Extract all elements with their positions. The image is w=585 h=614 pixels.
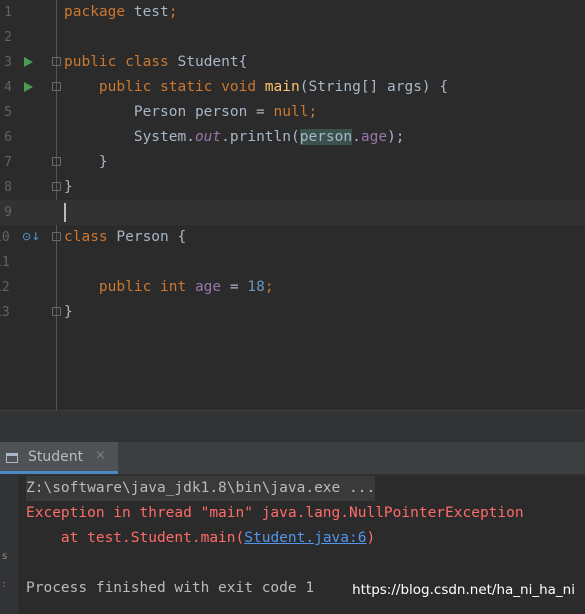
- code-line[interactable]: 8}: [0, 175, 585, 200]
- line-number: 11: [0, 255, 10, 270]
- line-number: 13: [0, 305, 10, 320]
- tab-label: Student: [28, 449, 84, 465]
- line-number: 2: [4, 30, 12, 45]
- code-line[interactable]: 5 Person person = null;: [0, 100, 585, 125]
- code-token: .: [352, 129, 361, 145]
- console-icon: [6, 453, 18, 463]
- code-text: Person person = null;: [64, 100, 317, 125]
- code-token: 18: [247, 279, 265, 295]
- line-number: 9: [4, 205, 12, 220]
- fold-icon[interactable]: [52, 82, 61, 91]
- line-number: 5: [4, 105, 12, 120]
- code-token: null: [273, 104, 309, 120]
- line-number: 1: [4, 5, 12, 20]
- code-token: Student{: [177, 54, 248, 70]
- code-token: );: [387, 129, 405, 145]
- fold-icon[interactable]: [52, 232, 61, 241]
- code-text: public static void main(String[] args) {: [64, 75, 448, 100]
- code-text: System.out.println(person.age);: [64, 125, 405, 150]
- watermark: https://blog.csdn.net/ha_ni_ha_ni: [352, 582, 575, 598]
- code-line[interactable]: 10 ⊙↓ class Person {: [0, 225, 585, 250]
- line-number: 3: [4, 55, 12, 70]
- code-line[interactable]: 13}: [0, 300, 585, 325]
- code-text: }: [64, 175, 73, 200]
- code-text: public class Student{: [64, 50, 247, 75]
- code-token: package: [64, 4, 134, 20]
- code-token: }: [64, 304, 73, 320]
- line-number: 6: [4, 130, 12, 145]
- code-token: =: [221, 279, 248, 295]
- line-number: 12: [0, 280, 10, 295]
- code-line[interactable]: 9: [0, 200, 585, 225]
- gutter-mark: s: [2, 551, 8, 562]
- code-token: out: [194, 129, 222, 145]
- code-token: test: [133, 4, 169, 20]
- run-tool-window-header: Student ×: [0, 442, 585, 475]
- code-line[interactable]: 12 public int age = 18;: [0, 275, 585, 300]
- console-exit-line: Process finished with exit code 1: [26, 580, 315, 596]
- tab-student[interactable]: Student ×: [0, 442, 118, 474]
- code-token: person: [299, 129, 353, 145]
- run-icon[interactable]: [24, 57, 33, 67]
- code-line[interactable]: 4 public static void main(String[] args)…: [0, 75, 585, 100]
- gutter-mark: :: [2, 579, 6, 590]
- code-editor[interactable]: 1 package test; 2 3 public class Student{4 p…: [0, 0, 585, 410]
- code-token: ;: [168, 4, 178, 20]
- code-token: }: [64, 154, 108, 170]
- line-number: 7: [4, 155, 12, 170]
- code-token: }: [64, 179, 73, 195]
- code-token: System.: [64, 129, 195, 145]
- panel-divider: [0, 410, 585, 443]
- code-token: age: [360, 129, 388, 145]
- close-icon[interactable]: ×: [95, 448, 106, 463]
- code-line[interactable]: 2: [0, 25, 585, 50]
- line-number: 10: [0, 230, 10, 245]
- code-token: public static void: [64, 79, 265, 95]
- run-icon[interactable]: [24, 82, 33, 92]
- code-text: }: [64, 300, 73, 325]
- code-text: }: [64, 150, 108, 175]
- code-token: Person person =: [64, 104, 274, 120]
- code-text: class Person {: [64, 225, 186, 250]
- console-gutter: [0, 475, 18, 614]
- code-text: package test;: [64, 0, 178, 25]
- trace-prefix: at test.Student.main(: [26, 530, 245, 546]
- line-number: 4: [4, 80, 12, 95]
- code-token: .println(: [221, 129, 300, 145]
- code-token: ;: [308, 104, 318, 120]
- fold-icon[interactable]: [52, 307, 61, 316]
- stacktrace-link[interactable]: Student.java:6: [244, 530, 366, 546]
- code-token: public class: [64, 54, 178, 70]
- console-command-line[interactable]: Z:\software\java_jdk1.8\bin\java.exe ...: [26, 476, 376, 501]
- line-number: 8: [4, 180, 12, 195]
- text-caret: [64, 203, 66, 222]
- implemented-icon[interactable]: ⊙↓: [22, 231, 40, 243]
- code-line[interactable]: 1 package test;: [0, 0, 585, 25]
- fold-icon[interactable]: [52, 57, 61, 66]
- console-stacktrace-line: at test.Student.main(Student.java:6): [26, 526, 375, 551]
- code-token: (String[] args) {: [299, 79, 449, 95]
- console-exception-line: Exception in thread "main" java.lang.Nul…: [26, 505, 524, 521]
- code-token: age: [194, 279, 222, 295]
- fold-icon[interactable]: [52, 157, 61, 166]
- trace-suffix: ): [366, 530, 376, 546]
- code-token: ;: [264, 279, 274, 295]
- code-token: public int: [64, 279, 195, 295]
- code-line[interactable]: 7 }: [0, 150, 585, 175]
- code-line[interactable]: 6 System.out.println(person.age);: [0, 125, 585, 150]
- fold-icon[interactable]: [52, 182, 61, 191]
- code-line[interactable]: 3 public class Student{: [0, 50, 585, 75]
- code-text: public int age = 18;: [64, 275, 274, 300]
- code-line[interactable]: 11: [0, 250, 585, 275]
- code-token: class: [64, 229, 117, 245]
- code-token: main: [264, 79, 300, 95]
- code-token: Person {: [116, 229, 187, 245]
